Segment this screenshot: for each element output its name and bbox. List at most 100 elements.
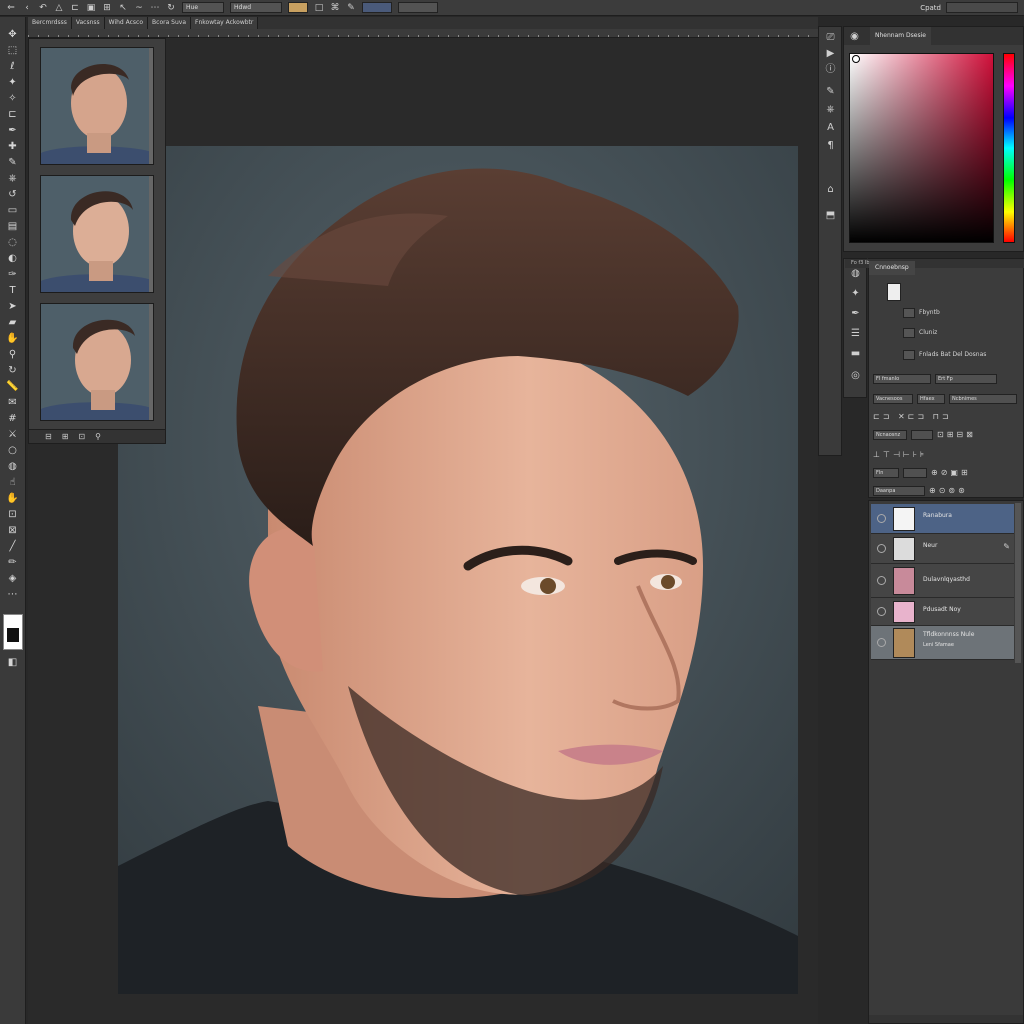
healing-brush-icon[interactable]: ✚ xyxy=(5,141,20,153)
frame-icon[interactable]: ▣ xyxy=(86,3,96,13)
mode-select[interactable]: Hue xyxy=(182,2,224,13)
artboard-tool-icon[interactable]: ⊡ xyxy=(5,509,20,521)
frame-tool-icon[interactable]: ⊠ xyxy=(5,525,20,537)
clone-source-icon[interactable]: ⎈ xyxy=(824,103,837,116)
shape-tool-icon[interactable]: ▰ xyxy=(5,317,20,329)
ellipse-tool-icon[interactable]: ○ xyxy=(5,445,20,457)
hand-tool-icon[interactable]: ✋ xyxy=(5,333,20,345)
dots-icon[interactable]: ⋯ xyxy=(150,3,160,13)
camera-raw-icon[interactable]: ◎ xyxy=(849,369,862,382)
gradient-swatch[interactable] xyxy=(288,2,308,13)
swatches-icon[interactable]: ▬ xyxy=(849,347,862,360)
transform-icons[interactable]: ⊡⊞⊟⊠ xyxy=(937,429,976,441)
glyphs-panel-icon[interactable]: ⌂ xyxy=(824,183,837,196)
channels-icon[interactable]: ☰ xyxy=(849,327,862,340)
layer-row-5[interactable]: Tfldkonnnss Nule Leni Sfamae xyxy=(871,626,1014,660)
pencil-tool-icon[interactable]: ✏ xyxy=(5,557,20,569)
align-icons[interactable]: ⊏⊐ ✕⊏⊐ ⊓⊐ xyxy=(873,411,952,423)
sponge-tool-icon[interactable]: ◍ xyxy=(5,461,20,473)
move-tool-icon[interactable]: ✥ xyxy=(5,29,20,41)
tab-1[interactable]: Bercmrdsss xyxy=(28,17,72,29)
layer-row-2[interactable]: Neur ✎ xyxy=(871,534,1014,564)
color-swatches[interactable] xyxy=(3,614,23,650)
blend-icons[interactable]: ⊕⊘▣⊞ xyxy=(931,467,971,479)
blur-tool-icon[interactable]: ◌ xyxy=(5,237,20,249)
row-1-box[interactable] xyxy=(903,308,915,318)
info-panel-icon[interactable]: ⓘ xyxy=(824,63,837,76)
distribute-icons[interactable]: ⊥⊤⊣⊢⊦⊧ xyxy=(873,449,927,461)
brush-tool-icon[interactable]: ✎ xyxy=(5,157,20,169)
gradient-tool-icon[interactable]: ▤ xyxy=(5,221,20,233)
visibility-eye-icon[interactable] xyxy=(877,576,886,585)
field-e[interactable]: Ncbnimes xyxy=(949,394,1017,404)
field-f[interactable]: Ncnaosnz xyxy=(873,430,907,440)
marquee-tool-icon[interactable]: ⬚ xyxy=(5,45,20,57)
tab-2[interactable]: Vacsnss xyxy=(71,17,105,29)
field-c[interactable]: Vacnesoos xyxy=(873,394,913,404)
visibility-eye-icon[interactable] xyxy=(877,638,886,647)
edit-toolbar-icon[interactable]: ⋯ xyxy=(5,589,20,601)
quick-select-icon[interactable]: ✦ xyxy=(5,77,20,89)
tab-3[interactable]: Wihd Acsco xyxy=(104,17,149,29)
feather-icon[interactable]: ✎ xyxy=(346,3,356,13)
wave-icon[interactable]: ~ xyxy=(134,3,144,13)
tab-4[interactable]: Bcora Suva xyxy=(148,17,192,29)
note-tool-icon[interactable]: ✉ xyxy=(5,397,20,409)
history-thumbnail-2[interactable] xyxy=(40,175,154,293)
crop-tool-icon[interactable]: ⊏ xyxy=(5,109,20,121)
paragraph-panel-icon[interactable]: ¶ xyxy=(824,139,837,152)
color-replace-icon[interactable]: ◈ xyxy=(5,573,20,585)
visibility-eye-icon[interactable] xyxy=(877,544,886,553)
layer-row-1[interactable]: Ranabura xyxy=(871,504,1014,534)
actions-panel-icon[interactable]: ▶ xyxy=(824,47,837,60)
crop-icon[interactable]: ⊏ xyxy=(70,3,80,13)
hue-slider[interactable] xyxy=(1003,53,1015,243)
row-3-box[interactable] xyxy=(903,350,915,360)
field-f2[interactable] xyxy=(911,430,933,440)
paths-icon[interactable]: ✒ xyxy=(849,307,862,320)
link-icon[interactable]: ⌘ xyxy=(330,3,340,13)
brush-panel-icon[interactable]: ✎ xyxy=(824,85,837,98)
history-thumbnail-1[interactable] xyxy=(40,47,154,165)
blend-select[interactable]: Hdwd xyxy=(230,2,282,13)
styles-icon[interactable]: ✦ xyxy=(849,287,862,300)
clone-stamp-icon[interactable]: ⎈ xyxy=(5,173,20,185)
delete-icon[interactable]: ⚲ xyxy=(95,432,101,441)
visibility-eye-icon[interactable] xyxy=(877,514,886,523)
libraries-panel-icon[interactable]: ⬒ xyxy=(824,209,837,222)
history-thumbnail-3[interactable] xyxy=(40,303,154,421)
rotate-icon[interactable]: ↻ xyxy=(166,3,176,13)
pen-tool-icon[interactable]: ✑ xyxy=(5,269,20,281)
color-panel-tab[interactable]: Nhennam Dsesie xyxy=(870,27,931,45)
camera-icon[interactable]: ⊡ xyxy=(78,432,85,441)
preset-box[interactable] xyxy=(362,2,392,13)
rotate-view-icon[interactable]: ↻ xyxy=(5,365,20,377)
history-panel-icon[interactable]: ⎚ xyxy=(824,31,837,44)
layer-row-4[interactable]: Pdusadt Noy xyxy=(871,598,1014,626)
smudge-tool-icon[interactable]: ☝ xyxy=(5,477,20,489)
path-select-icon[interactable]: ➤ xyxy=(5,301,20,313)
portrait-photo[interactable] xyxy=(118,146,798,994)
history-brush-icon[interactable]: ↺ xyxy=(5,189,20,201)
quick-mask-icon[interactable]: ◧ xyxy=(5,657,20,669)
field-g[interactable]: Fln xyxy=(873,468,899,478)
lock-icons[interactable]: ⊕⊙⊚⊛ xyxy=(929,485,968,497)
slice-tool-icon[interactable]: ⚔ xyxy=(5,429,20,441)
lasso-tool-icon[interactable]: ℓ xyxy=(5,61,20,73)
field-h[interactable]: Daanpa xyxy=(873,486,925,496)
eraser-icon[interactable]: ▭ xyxy=(5,205,20,217)
arrow-icon[interactable]: ⇐ xyxy=(6,3,16,13)
square-icon[interactable]: □ xyxy=(314,3,324,13)
eyedropper-icon[interactable]: ✒ xyxy=(5,125,20,137)
undo-icon[interactable]: ↶ xyxy=(38,3,48,13)
adjustments-icon[interactable]: ◍ xyxy=(849,267,862,280)
color-panel-icon[interactable]: ◉ xyxy=(848,30,861,43)
type-tool-icon[interactable]: T xyxy=(5,285,20,297)
line-tool-icon[interactable]: ╱ xyxy=(5,541,20,553)
grid-icon[interactable]: ⊞ xyxy=(102,3,112,13)
cursor-icon[interactable]: ↖ xyxy=(118,3,128,13)
foreground-color[interactable] xyxy=(7,628,19,642)
back-icon[interactable]: ‹ xyxy=(22,3,32,13)
field-a[interactable]: Fl fmanlo xyxy=(873,374,931,384)
field-b[interactable]: Ert Fp xyxy=(935,374,997,384)
